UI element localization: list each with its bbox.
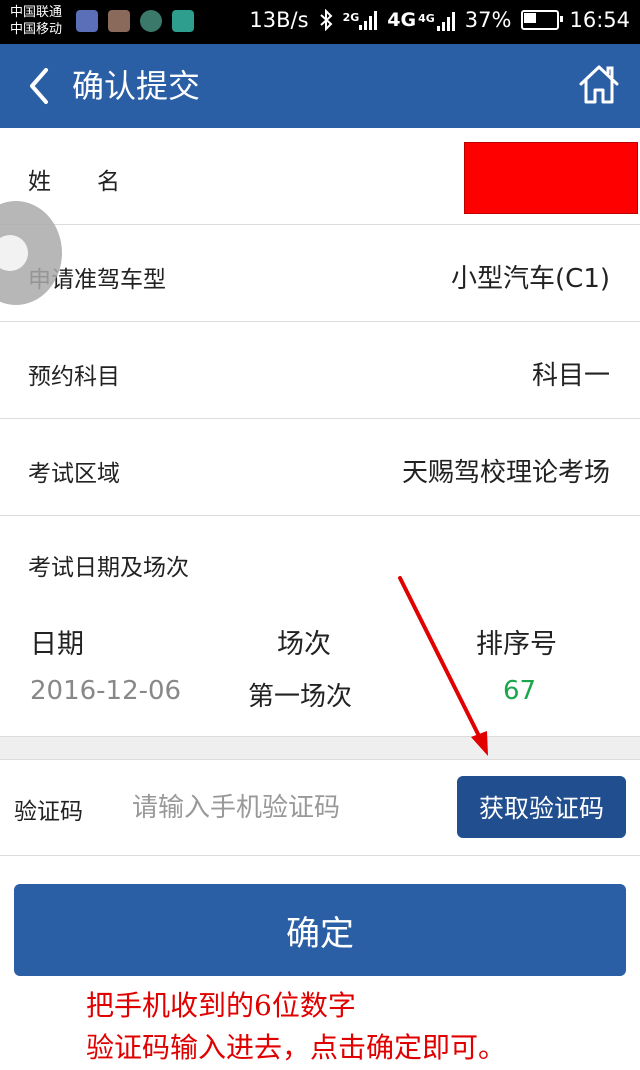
back-arrow-icon[interactable]: [22, 66, 62, 106]
status-bar: 中国联通 中国移动 13B/s 2G 4G 4G 37% 16:54: [0, 0, 640, 44]
confirm-button[interactable]: 确定: [14, 884, 626, 976]
annotation-line-2: 验证码输入进去，点击确定即可。: [86, 1031, 507, 1064]
home-icon[interactable]: [578, 62, 620, 106]
column-order-header: 排序号: [476, 629, 557, 660]
get-code-button[interactable]: 获取验证码: [457, 776, 626, 838]
annotation-line-1: 把手机收到的6位数字: [86, 989, 356, 1022]
verify-code-input[interactable]: [124, 778, 460, 838]
area-row: 考试区域 天赐驾校理论考场: [0, 419, 640, 516]
net-4g-small-label: 4G: [418, 12, 435, 25]
schedule-label: 考试日期及场次: [28, 555, 189, 581]
column-session-header: 场次: [277, 629, 331, 660]
divider: [0, 855, 640, 856]
carrier-1: 中国联通: [10, 5, 63, 20]
name-redaction: [464, 142, 638, 214]
area-label: 考试区域: [28, 461, 120, 487]
network-speed: 13B/s: [249, 8, 309, 32]
carrier-info: 中国联通 中国移动: [10, 4, 62, 38]
notification-icons: [76, 10, 194, 32]
carrier-2: 中国移动: [10, 22, 63, 37]
battery-icon: [521, 10, 564, 30]
section-divider: [0, 736, 640, 760]
signal-icon: [359, 10, 378, 30]
net-2g-label: 2G: [342, 11, 360, 24]
header-bar: 确认提交: [0, 44, 640, 128]
name-label: 姓 名: [28, 169, 120, 195]
clock: 16:54: [569, 8, 630, 32]
order-number: 67: [503, 676, 537, 706]
exam-session: 第一场次: [248, 682, 353, 712]
battery-percent: 37%: [464, 8, 512, 32]
game-app-icon: [140, 10, 162, 32]
subject-label: 预约科目: [28, 364, 120, 390]
gallery-app-icon: [172, 10, 194, 32]
verify-code-label: 验证码: [14, 799, 83, 825]
bluetooth-icon: [319, 9, 333, 31]
signal-icon-2: [436, 11, 455, 31]
net-4g-big-label: 4G: [387, 9, 417, 31]
page-title: 确认提交: [72, 67, 201, 105]
exam-date: 2016-12-06: [30, 676, 182, 706]
column-date-header: 日期: [30, 629, 84, 660]
photo-app-icon: [108, 10, 130, 32]
license-value: 小型汽车(C1): [451, 264, 610, 294]
status-right: 13B/s 2G 4G 4G 37% 16:54: [249, 8, 630, 32]
subject-value: 科目一: [531, 361, 610, 391]
health-app-icon: [76, 10, 98, 32]
license-row: 申请准驾车型 小型汽车(C1): [0, 225, 640, 322]
area-value: 天赐驾校理论考场: [401, 458, 610, 488]
subject-row: 预约科目 科目一: [0, 322, 640, 419]
